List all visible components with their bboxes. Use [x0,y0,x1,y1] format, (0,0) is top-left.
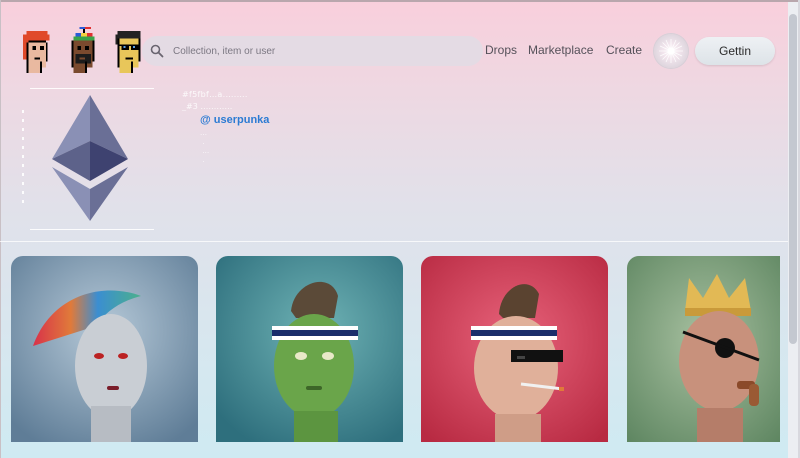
nav-create-link[interactable]: Create [606,43,642,57]
sparkle-icon [659,39,683,63]
search-icon [150,44,164,58]
logo-punk-propeller-cap[interactable] [62,26,108,74]
search-input[interactable] [171,44,475,58]
window-top-border [0,0,800,2]
scrollbar-thumb[interactable] [789,14,797,344]
ethereum-logo-icon [52,95,128,221]
profile-stats: … . … . [200,129,210,164]
nav-marketplace-link[interactable]: Marketplace [528,43,593,57]
window-left-border [0,0,1,458]
nft-card-crown-eyepatch[interactable] [627,256,780,442]
profile-card-top-line [30,88,154,89]
profile-address: #f5fbf…a.….…. [182,90,248,99]
profile-handle-link[interactable]: @ userpunka [200,114,269,126]
logo-punk-red-hair[interactable] [17,26,63,74]
nav-drops-link[interactable]: Drops [485,43,517,57]
profile-id: _#3 ………… [182,102,233,111]
nft-card-green-headband[interactable] [216,256,403,442]
get-started-button[interactable]: Gettin [695,37,775,65]
search-bar[interactable] [142,36,483,66]
theme-toggle-button[interactable] [654,34,688,68]
profile-card-dotted-edge [22,110,24,205]
section-divider [0,241,788,242]
nft-card-rainbow-mohawk[interactable] [11,256,198,442]
nft-card-sunglasses-cigarette[interactable] [421,256,608,442]
profile-card-bottom-line [30,229,154,230]
profile-avatar-card [22,88,154,230]
